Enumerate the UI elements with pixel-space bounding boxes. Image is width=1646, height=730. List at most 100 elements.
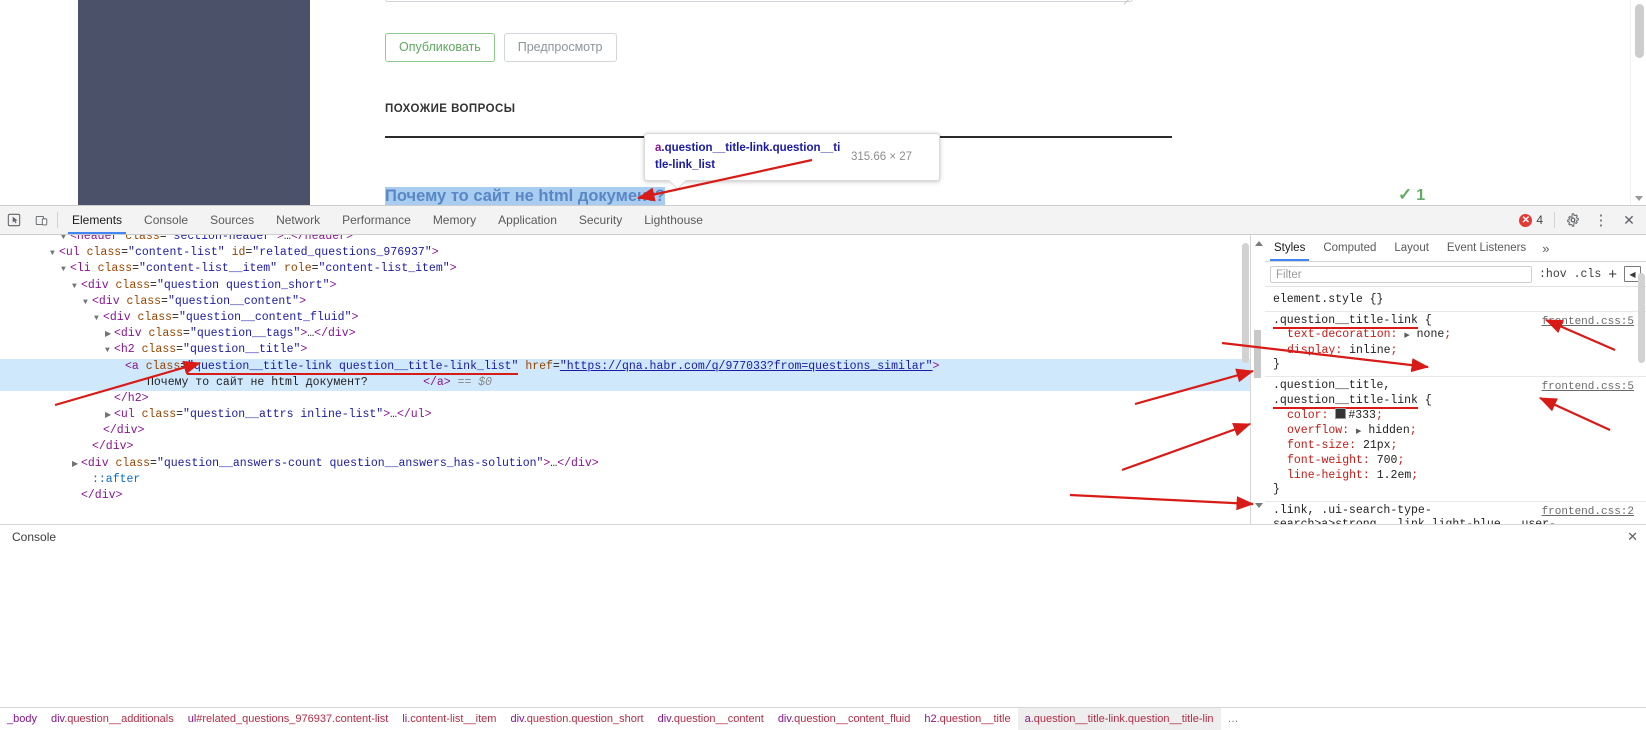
dom-node[interactable]: <ul class="question__attrs inline-list">…	[0, 407, 1250, 423]
more-options-kebab-icon[interactable]: ⋮	[1588, 207, 1614, 233]
breadcrumb-item[interactable]: _body	[0, 708, 44, 730]
css-property-value[interactable]: 21px	[1363, 439, 1391, 452]
dom-node[interactable]: </div>	[0, 488, 1250, 504]
styles-scrollbar-thumb[interactable]	[1254, 330, 1261, 378]
dom-node[interactable]: <li class="content-list__item" role="con…	[0, 261, 1250, 277]
dom-node[interactable]: <header class="section-header">…</header…	[0, 235, 1250, 245]
disclosure-triangle-icon[interactable]	[105, 327, 114, 343]
css-rules-scrollbar-thumb[interactable]	[1638, 273, 1645, 363]
answer-textarea[interactable]	[385, 0, 1133, 5]
disclosure-triangle-icon[interactable]	[72, 457, 81, 473]
scroll-down-arrow-icon[interactable]	[1635, 196, 1643, 201]
tab-lighthouse[interactable]: Lighthouse	[633, 206, 714, 234]
dom-node-selected[interactable]: Почему то сайт не html документ? </a> ==…	[0, 374, 1250, 391]
breadcrumb-item[interactable]: a.question__title-link.question__title-l…	[1017, 708, 1221, 730]
dom-node[interactable]: <h2 class="question__title">	[0, 342, 1250, 358]
styles-scroll-column[interactable]	[1251, 235, 1265, 531]
dom-node[interactable]: </div>	[0, 423, 1250, 439]
dom-node[interactable]: <div class="question__tags">…</div>	[0, 326, 1250, 342]
drawer-tab-console[interactable]: Console	[6, 530, 62, 544]
scroll-down-arrow-icon-2[interactable]	[1255, 503, 1263, 508]
css-declaration[interactable]: color: #333;	[1273, 408, 1646, 424]
breadcrumb-item[interactable]: div.question__content	[651, 708, 771, 730]
breadcrumb-item[interactable]: div.question__additionals	[44, 708, 181, 730]
close-devtools-icon[interactable]: ✕	[1616, 207, 1642, 233]
css-property-value[interactable]: none	[1417, 328, 1445, 341]
tab-network[interactable]: Network	[265, 206, 331, 234]
dom-node[interactable]: ::after	[0, 472, 1250, 488]
expand-arrow-icon[interactable]: ▶	[1356, 428, 1361, 436]
disclosure-triangle-icon[interactable]	[105, 343, 114, 359]
page-scrollbar-thumb[interactable]	[1635, 4, 1644, 58]
css-rule[interactable]: .question__title, .question__title-link {…	[1265, 377, 1646, 502]
tab-application[interactable]: Application	[487, 206, 568, 234]
disclosure-triangle-icon[interactable]	[61, 262, 70, 278]
css-property-name[interactable]: display	[1287, 344, 1335, 357]
disclosure-triangle-icon[interactable]	[83, 295, 92, 311]
tab-performance[interactable]: Performance	[331, 206, 422, 234]
breadcrumb-item[interactable]: ul#related_questions_976937.content-list	[181, 708, 396, 730]
error-count-badge[interactable]: ✕ 4	[1513, 210, 1549, 230]
disclosure-triangle-icon[interactable]	[72, 279, 81, 295]
css-property-value[interactable]: 1.2em	[1377, 469, 1412, 482]
disclosure-triangle-icon[interactable]	[72, 489, 81, 505]
disclosure-triangle-icon[interactable]	[50, 246, 59, 262]
disclosure-triangle-icon[interactable]	[105, 392, 114, 408]
dom-tree-pane[interactable]: <header class="section-header">…</header…	[0, 235, 1250, 531]
page-scrollbar[interactable]	[1630, 0, 1646, 205]
css-declaration[interactable]: line-height: 1.2em;	[1273, 469, 1646, 484]
css-property-value[interactable]: #333	[1348, 409, 1376, 422]
breadcrumb-item[interactable]: div.question.question_short	[503, 708, 650, 730]
color-swatch-icon[interactable]	[1335, 408, 1347, 420]
expand-arrow-icon[interactable]: ▶	[1404, 332, 1409, 340]
scroll-up-arrow-icon[interactable]	[1255, 241, 1263, 246]
css-selector[interactable]: element.style {	[1273, 293, 1377, 306]
tab-computed[interactable]: Computed	[1314, 235, 1385, 261]
disclosure-triangle-icon[interactable]	[94, 424, 103, 440]
publish-button[interactable]: Опубликовать	[385, 33, 495, 62]
disclosure-triangle-icon[interactable]	[116, 360, 125, 376]
dom-node[interactable]: </div>	[0, 439, 1250, 455]
device-toolbar-icon[interactable]	[28, 206, 54, 234]
settings-gear-icon[interactable]	[1560, 207, 1586, 233]
disclosure-triangle-icon[interactable]	[83, 440, 92, 456]
breadcrumb-item[interactable]: h2.question__title	[917, 708, 1017, 730]
css-property-name[interactable]: font-size	[1287, 439, 1349, 452]
styles-filter-input[interactable]: Filter	[1270, 265, 1533, 283]
css-declaration[interactable]: font-size: 21px;	[1273, 439, 1646, 454]
css-property-name[interactable]: line-height	[1287, 469, 1363, 482]
css-declaration[interactable]: font-weight: 700;	[1273, 454, 1646, 469]
css-source-link[interactable]: frontend.css:5	[1542, 315, 1634, 330]
css-declaration[interactable]: display: inline;	[1273, 344, 1646, 359]
breadcrumb-item[interactable]: div.question__content_fluid	[771, 708, 918, 730]
breadcrumb-item[interactable]: li.content-list__item	[395, 708, 503, 730]
styles-more-tabs-icon[interactable]: »	[1535, 235, 1556, 261]
css-property-value[interactable]: 700	[1377, 454, 1398, 467]
tab-sources[interactable]: Sources	[199, 206, 265, 234]
css-source-link[interactable]: frontend.css:5	[1542, 380, 1634, 395]
css-property-name[interactable]: color	[1287, 409, 1322, 422]
dom-node[interactable]: </h2>	[0, 391, 1250, 407]
css-selector[interactable]: .question__title-link {	[1273, 313, 1432, 329]
disclosure-triangle-icon[interactable]	[83, 473, 92, 489]
inspect-element-icon[interactable]	[0, 206, 28, 234]
dom-tree-scrollbar-thumb[interactable]	[1242, 243, 1249, 363]
dom-node-selected[interactable]: <a class="question__title-link question_…	[0, 358, 1250, 376]
css-declaration[interactable]: overflow: ▶ hidden;	[1273, 424, 1646, 440]
tab-layout[interactable]: Layout	[1385, 235, 1438, 261]
css-selector[interactable]: .question__title, .question__title-link {	[1273, 379, 1432, 409]
dom-node[interactable]: <div class="question__content_fluid">	[0, 310, 1250, 326]
css-declaration[interactable]: text-decoration: ▶ none;	[1273, 328, 1646, 344]
dom-node[interactable]: <div class="question__content">	[0, 294, 1250, 310]
css-property-name[interactable]: text-decoration	[1287, 328, 1391, 341]
drawer-close-icon[interactable]: ✕	[1627, 529, 1638, 545]
disclosure-triangle-icon[interactable]	[105, 408, 114, 424]
tab-elements[interactable]: Elements	[61, 206, 133, 234]
css-rule[interactable]: .question__title-link {frontend.css:5 tex…	[1265, 312, 1646, 377]
tab-security[interactable]: Security	[568, 206, 633, 234]
disclosure-triangle-icon[interactable]	[94, 311, 103, 327]
breadcrumb-item[interactable]: …	[1221, 708, 1246, 730]
css-property-name[interactable]: overflow	[1287, 424, 1342, 437]
dom-node[interactable]: <div class="question question_short">	[0, 278, 1250, 294]
hov-toggle-button[interactable]: :hov	[1539, 268, 1567, 281]
